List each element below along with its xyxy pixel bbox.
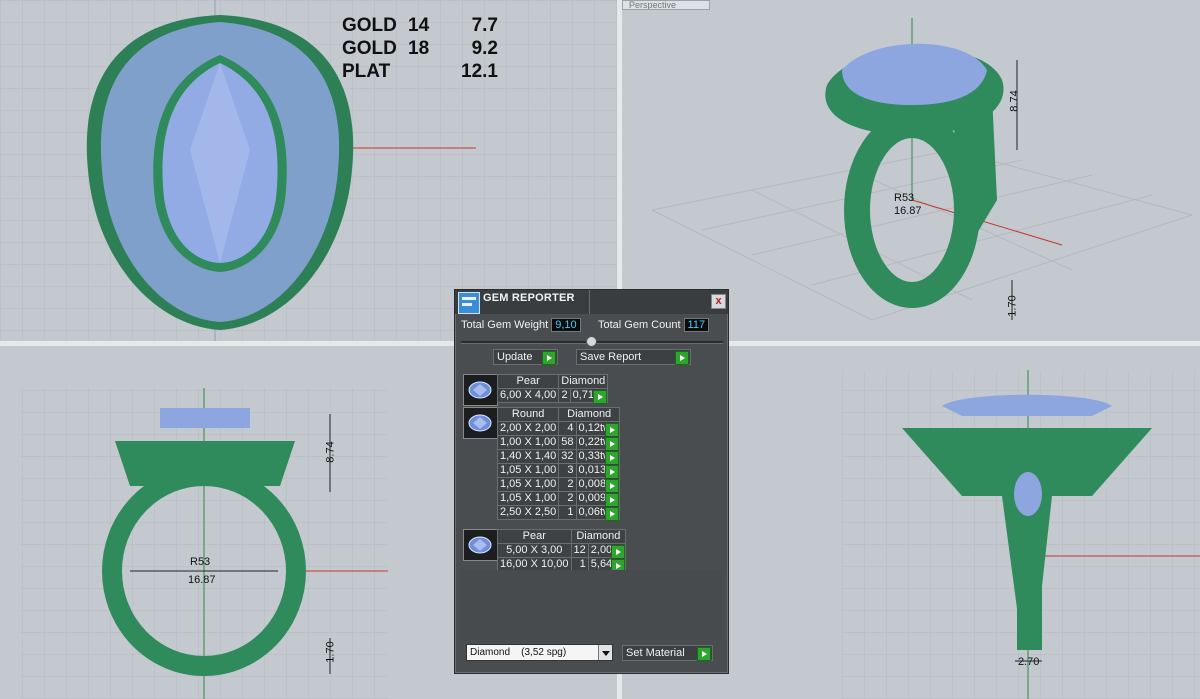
table-row[interactable]: 6,00 X 4,00 2 0,71tw [496,388,609,404]
close-button[interactable]: x [711,294,726,309]
gem-count: 12 [570,543,589,558]
gem-size: 1,00 X 1,00 [496,435,560,450]
metal-weight: 9.2 [471,38,498,59]
update-button[interactable]: Update [493,349,558,365]
metal-karat: 14 [408,15,430,36]
gem-reporter-panel: GEM REPORTER x Total Gem Weight 9,10 Tota… [454,289,729,674]
pear-gem-thumbnail[interactable] [463,374,498,406]
metal-name: PLAT [342,61,391,82]
metal-row-gold14: GOLD 14 7.7 [342,14,498,37]
save-report-button[interactable]: Save Report [576,349,691,365]
table-row[interactable]: 2,00 X 2,00 4 0,12tw [496,421,621,437]
gem-size: 6,00 X 4,00 [496,388,560,403]
shape-header: Round [496,407,560,422]
table-row[interactable]: 5,00 X 3,00 12 2,00tw [497,543,627,559]
material-header: Diamond [558,407,621,422]
chevron-down-icon[interactable] [598,645,612,660]
total-gem-weight-label: Total Gem Weight [461,319,549,331]
gem-reporter-logo-icon [458,292,480,314]
total-gem-weight: Total Gem Weight 9,10 [461,318,581,332]
gem-count: 2 [558,477,577,492]
gem-count: 3 [558,463,577,478]
round-gem-thumbnail[interactable] [463,407,498,439]
select-row-play-icon[interactable] [593,390,608,404]
gem-count: 1 [558,505,577,520]
metal-row-plat: PLAT 12.1 [342,60,498,83]
gem-size: 2,00 X 2,00 [496,421,560,436]
gem-count: 2 [558,388,571,403]
total-gem-count-value: 117 [683,318,710,332]
total-gem-count: Total Gem Count 117 [598,318,710,332]
metal-row-gold18: GOLD 18 9.2 [342,37,498,60]
metal-karat [408,60,448,83]
gem-count: 2 [558,491,577,506]
dim-width-label: 2.70 [1018,656,1040,668]
play-icon [675,351,689,365]
play-icon [542,351,556,365]
gem-size: 1,05 X 1,00 [496,491,560,506]
gem-count: 32 [558,449,577,464]
empty-list-area [460,570,723,640]
gem-table-header: Pear Diamond [497,529,627,544]
dim-shank-label: 1.70 [324,641,337,663]
metal-karat: 18 [408,38,430,59]
table-row[interactable]: 2,50 X 2,50 1 0,06tw [496,505,621,521]
table-row[interactable]: 1,40 X 1,40 32 0,33tw [496,449,621,465]
table-row[interactable]: 1,00 X 1,00 58 0,22tw [496,435,621,451]
shape-header: Pear [497,529,572,544]
dim-height-label: 8.74 [324,441,337,463]
metal-name: GOLD [342,38,397,59]
select-row-play-icon[interactable] [605,507,620,521]
gem-table: Pear Diamond 5,00 X 3,00 12 2,00tw 16,00 X 10… [497,529,627,573]
metal-weight-table: GOLD 14 7.7 GOLD 18 9.2 PLAT 12.1 [342,14,498,83]
gem-size: 1,05 X 1,00 [496,477,560,492]
total-gem-count-label: Total Gem Count [598,319,681,331]
gem-size: 2,50 X 2,50 [496,505,560,520]
dim-diameter-label: 16.87 [188,574,216,586]
gem-table: Round Diamond 2,00 X 2,00 4 0,12tw 1,00 X 1,0… [496,407,621,521]
update-label: Update [497,351,533,363]
dim-diameter-label: 16.87 [894,205,922,217]
tab-perspective[interactable]: Perspective [622,0,710,10]
gem-size: 5,00 X 3,00 [497,543,572,558]
total-gem-weight-value: 9,10 [551,318,581,332]
gem-count: 58 [558,435,577,450]
dim-size-label: R53 [894,192,915,204]
gem-size: 1,40 X 1,40 [496,449,560,464]
panel-title: GEM REPORTER [483,292,575,304]
slider-knob[interactable] [586,336,597,347]
shape-header: Pear [496,374,560,389]
metal-weight: 7.7 [471,15,498,36]
gem-size: 1,05 X 1,00 [496,463,560,478]
metal-weight: 12.1 [461,61,498,82]
material-density: (3,52 spg) [521,647,567,658]
save-report-label: Save Report [580,351,642,363]
metal-name: GOLD [342,15,397,36]
dim-height-label: 8.74 [1008,90,1021,112]
gem-count: 4 [558,421,577,436]
set-material-button[interactable]: Set Material [622,645,713,661]
gem-table-header: Round Diamond [496,407,621,422]
panel-titlebar[interactable]: GEM REPORTER x [455,290,728,314]
gem-table: Pear Diamond 6,00 X 4,00 2 0,71tw [496,374,609,404]
dim-size-label: R53 [190,556,211,568]
table-row[interactable]: 1,05 X 1,00 3 0,013tw [496,463,621,479]
play-icon [697,647,711,661]
pear-gem-thumbnail[interactable] [463,529,498,561]
table-row[interactable]: 1,05 X 1,00 2 0,008tw [496,477,621,493]
set-material-label: Set Material [626,647,685,659]
table-row[interactable]: 1,05 X 1,00 2 0,009tw [496,491,621,507]
material-header: Diamond [570,529,627,544]
gem-table-header: Pear Diamond [496,374,609,389]
material-name: Diamond [470,647,511,658]
dim-shank-label: 1.70 [1006,295,1019,317]
material-select[interactable]: Diamond (3,52 spg) [466,644,613,661]
material-header: Diamond [558,374,609,389]
